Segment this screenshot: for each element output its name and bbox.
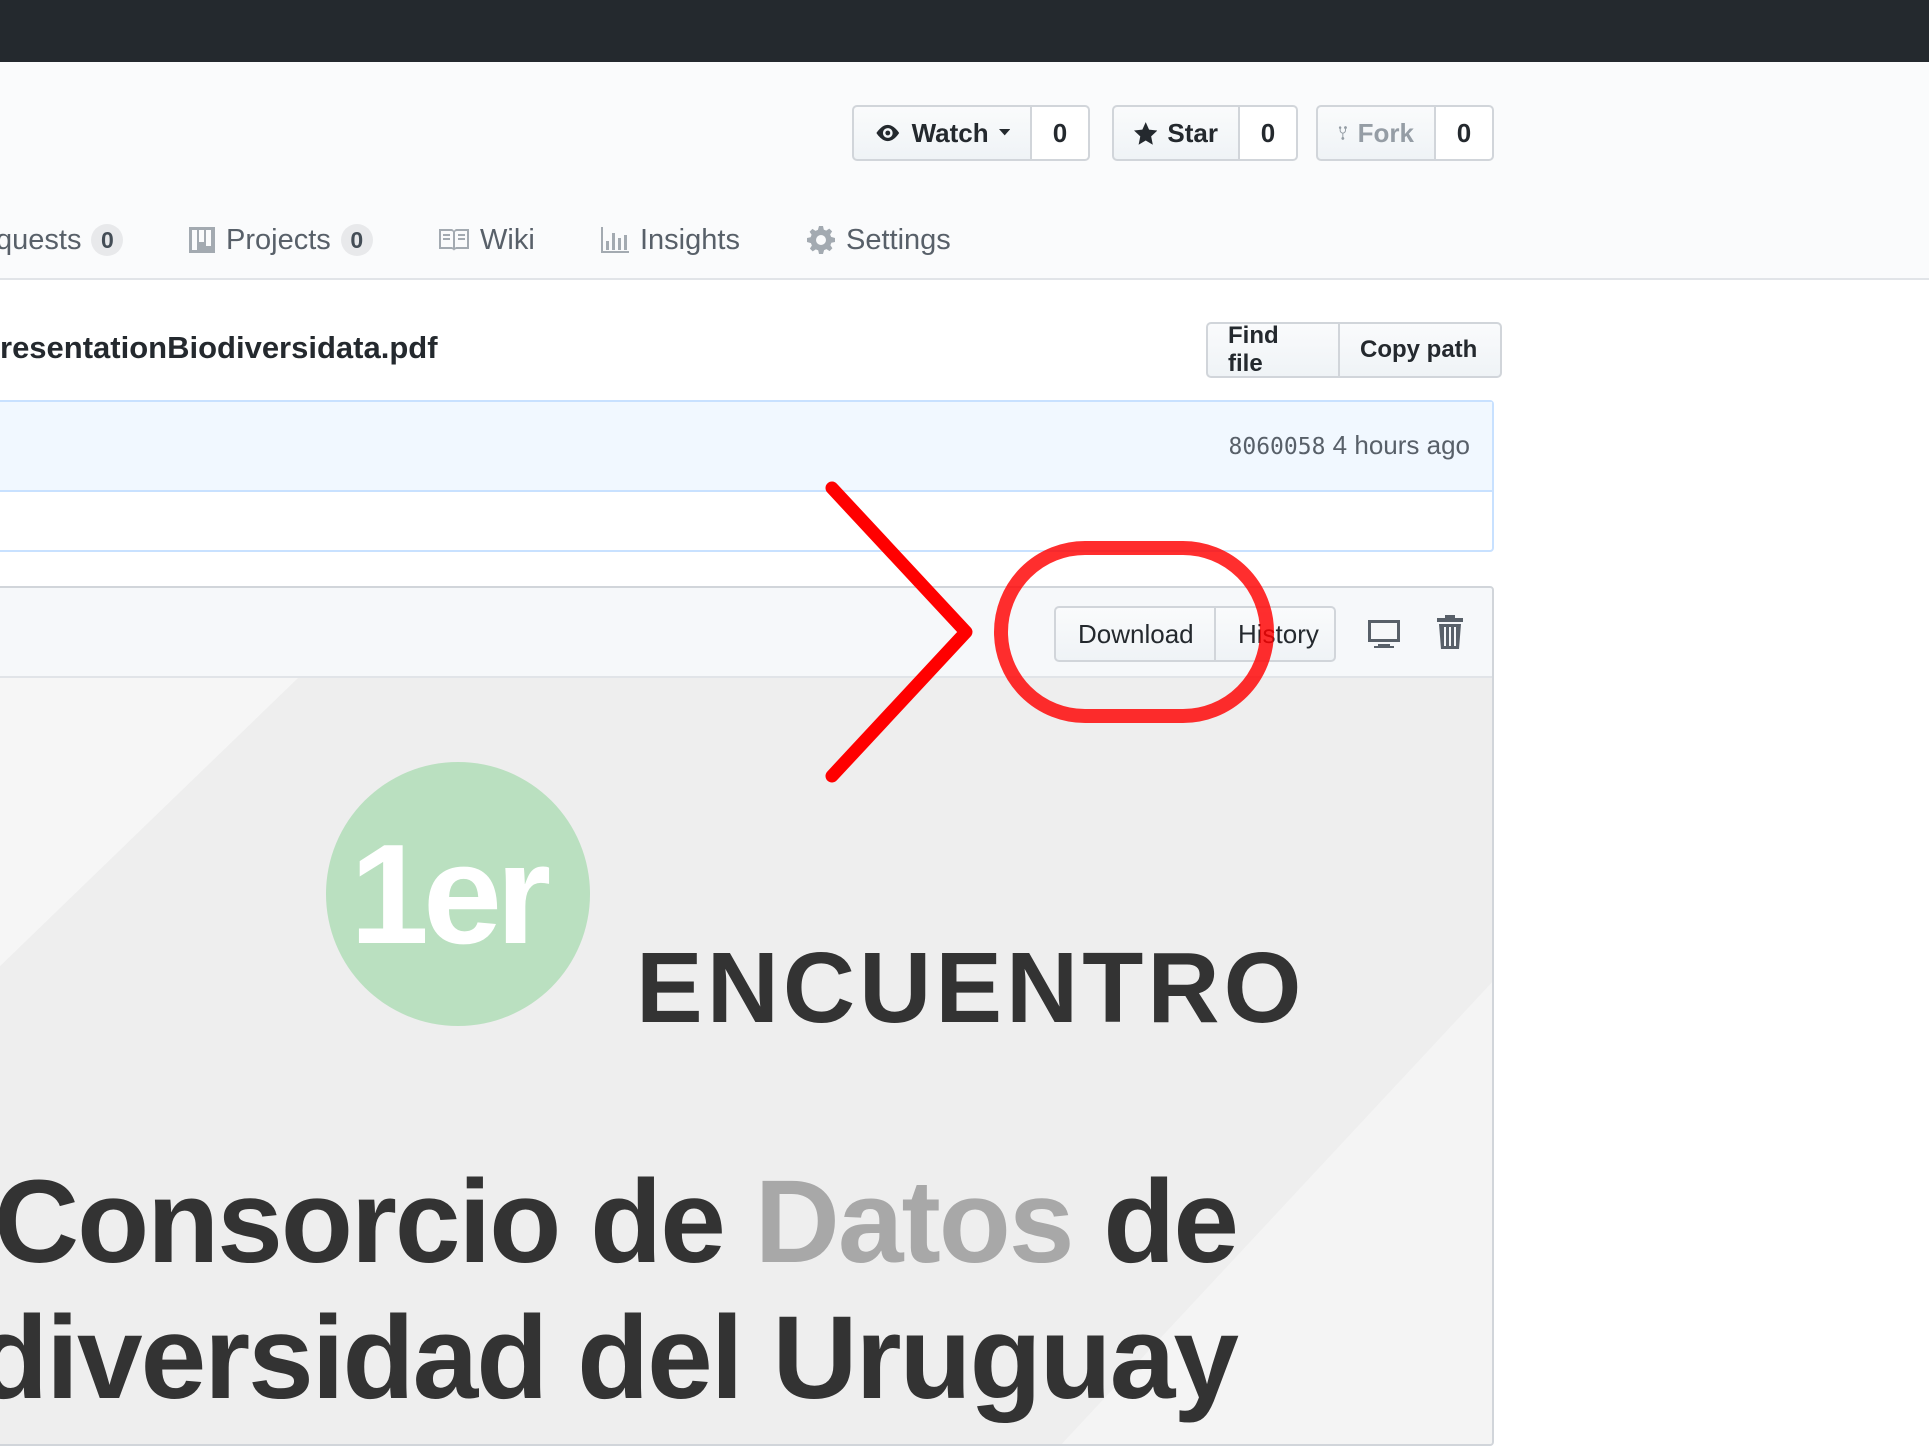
commit-time: 4 hours ago [1332, 430, 1470, 460]
watch-count[interactable]: 0 [1032, 105, 1090, 161]
download-button[interactable]: Download [1054, 606, 1216, 662]
fork-group: Fork 0 [1316, 105, 1494, 161]
book-icon [439, 229, 469, 251]
tab-settings[interactable]: Settings [806, 218, 951, 262]
tab-projects-counter: 0 [340, 224, 373, 256]
slide-title-line2: diversidad del Uruguay [0, 1292, 1239, 1424]
slide-title-accent: Datos [754, 1156, 1075, 1288]
watch-button[interactable]: Watch [852, 105, 1032, 161]
tab-insights[interactable]: Insights [600, 218, 740, 262]
file-nav-group: Find file Copy path [1206, 322, 1502, 378]
tab-pull-requests[interactable]: quests 0 [0, 218, 124, 262]
find-file-button[interactable]: Find file [1206, 322, 1340, 378]
slide-title-line1: Consorcio de Datos de [0, 1163, 1239, 1281]
logo-text: 1er [350, 815, 551, 974]
fork-button[interactable]: Fork [1316, 105, 1436, 161]
history-button[interactable]: History [1214, 606, 1336, 662]
eye-icon [876, 124, 900, 142]
tab-pull-requests-label: quests [0, 223, 82, 256]
commit-sha[interactable]: 8060058 [1229, 434, 1326, 460]
fork-count[interactable]: 0 [1436, 105, 1494, 161]
slide-title-pre: Consorcio de [0, 1156, 755, 1288]
star-button[interactable]: Star [1112, 105, 1240, 161]
commit-meta: 8060058 4 hours ago [1229, 430, 1471, 461]
copy-path-button[interactable]: Copy path [1340, 322, 1502, 378]
caret-down-icon [998, 128, 1010, 136]
tab-projects[interactable]: Projects 0 [188, 218, 373, 262]
desktop-icon[interactable] [1366, 618, 1402, 650]
star-group: Star 0 [1112, 105, 1298, 161]
gear-icon [807, 226, 835, 254]
github-topbar [0, 0, 1929, 62]
star-icon [1134, 122, 1158, 145]
tab-settings-label: Settings [846, 223, 951, 256]
fork-label: Fork [1357, 117, 1414, 148]
slide-heading: ENCUENTRO [636, 932, 1306, 1044]
slide-title-post: de [1072, 1156, 1239, 1288]
file-path: resentationBiodiversidata.pdf [0, 330, 438, 365]
star-label: Star [1167, 117, 1218, 148]
watch-group: Watch 0 [852, 105, 1090, 161]
tab-pull-requests-counter: 0 [91, 224, 124, 256]
tab-wiki[interactable]: Wiki [438, 218, 535, 262]
tab-insights-label: Insights [640, 223, 740, 256]
graph-icon [601, 227, 629, 253]
tab-projects-label: Projects [226, 223, 331, 256]
project-icon [189, 227, 215, 253]
commit-info-box: 8060058 4 hours ago [0, 400, 1494, 552]
commit-tease: 8060058 4 hours ago [0, 402, 1492, 492]
trash-icon[interactable] [1436, 614, 1464, 650]
star-count[interactable]: 0 [1240, 105, 1298, 161]
tab-wiki-label: Wiki [480, 223, 535, 256]
watch-label: Watch [911, 117, 989, 148]
file-header: Download History [0, 588, 1492, 678]
fork-icon [1338, 126, 1347, 140]
